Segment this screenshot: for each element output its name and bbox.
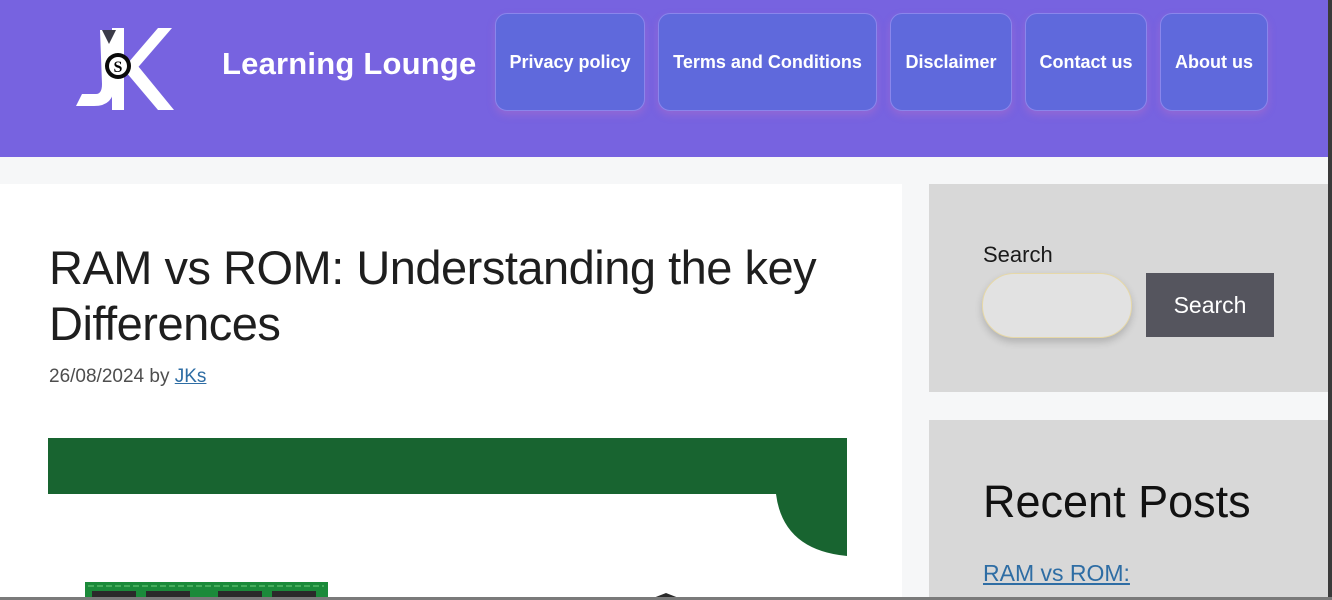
post-meta: 26/08/2024 by JKs	[49, 366, 206, 388]
content-spacer	[0, 157, 1328, 184]
green-corner-curve	[776, 494, 847, 556]
nav-privacy-policy[interactable]: Privacy policy	[495, 13, 645, 111]
search-widget: Search Search	[929, 184, 1328, 392]
window-scrollbar[interactable]	[1328, 0, 1332, 600]
featured-image	[48, 438, 847, 600]
svg-text:S: S	[114, 59, 123, 76]
green-banner	[48, 438, 847, 494]
site-title[interactable]: Learning Lounge	[222, 46, 476, 82]
jsk-logo-icon: S	[76, 28, 174, 110]
nav-contact-us[interactable]: Contact us	[1025, 13, 1147, 111]
nav-disclaimer[interactable]: Disclaimer	[890, 13, 1012, 111]
recent-post-link[interactable]: RAM vs ROM:	[983, 560, 1130, 587]
site-header: S Learning Lounge Privacy policy Terms a…	[0, 0, 1328, 157]
post-title: RAM vs ROM: Understanding the key Differ…	[49, 241, 817, 350]
post-by-label: by	[149, 366, 170, 387]
post-author-link[interactable]: JKs	[175, 366, 207, 387]
recent-posts-title: Recent Posts	[983, 476, 1251, 527]
search-button[interactable]: Search	[1146, 273, 1274, 337]
recent-posts-widget: Recent Posts RAM vs ROM:	[929, 420, 1328, 600]
search-label: Search	[983, 242, 1053, 267]
nav-about-us[interactable]: About us	[1160, 13, 1268, 111]
ram-illustration	[48, 438, 847, 600]
search-input[interactable]	[982, 273, 1132, 338]
nav-terms-and-conditions[interactable]: Terms and Conditions	[658, 13, 877, 111]
post-date: 26/08/2024	[49, 366, 145, 387]
